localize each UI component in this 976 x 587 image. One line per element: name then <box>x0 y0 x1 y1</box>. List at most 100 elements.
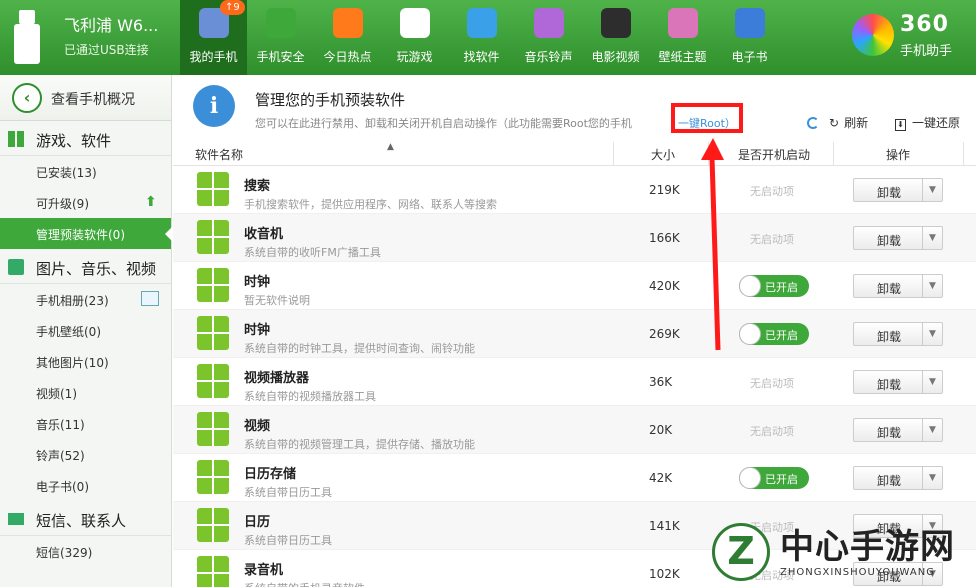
refresh-button[interactable]: ↻ 刷新 <box>807 114 868 131</box>
sidebar-item-label: 已安装(13) <box>36 166 97 180</box>
star-icon <box>333 8 363 38</box>
column-header-name[interactable]: 软件名称 <box>195 146 243 163</box>
sidebar-item[interactable]: 铃声(52) <box>0 439 171 470</box>
table-row[interactable]: 视频播放器 系统自带的视频播放器工具 36K 无启动项 卸载 ▼ <box>173 358 976 406</box>
logo: 360 手机助手 <box>852 12 972 62</box>
column-divider <box>708 142 709 166</box>
autostart-toggle[interactable]: 已开启 <box>739 323 809 345</box>
app-description: 系统自带的视频播放器工具 <box>244 390 376 403</box>
sidebar-item[interactable]: 短信(329) <box>0 536 171 567</box>
sidebar-item[interactable]: 已安装(13) <box>0 156 171 187</box>
app-icon <box>197 268 229 302</box>
sidebar-item[interactable]: 视频(1) <box>0 377 171 408</box>
toggle-knob <box>739 467 761 489</box>
sidebar-section-label: 图片、音乐、视频 <box>36 260 157 278</box>
app-description: 手机搜索软件，提供应用程序、网络、联系人等搜索 <box>244 198 497 211</box>
nav-label: 电子书 <box>731 50 768 64</box>
uninstall-button[interactable]: 卸载 ▼ <box>853 418 943 442</box>
app-size: 219K <box>649 183 680 197</box>
uninstall-button[interactable]: 卸载 ▼ <box>853 322 943 346</box>
sidebar-item[interactable]: 音乐(11) <box>0 408 171 439</box>
sidebar-item[interactable]: 电子书(0) <box>0 470 171 501</box>
uninstall-label: 卸载 <box>876 282 901 296</box>
back-label: 查看手机概况 <box>51 92 135 108</box>
nav-item-8[interactable]: 电子书 <box>716 0 783 75</box>
uninstall-button[interactable]: 卸载 ▼ <box>853 226 943 250</box>
nav-item-2[interactable]: 今日热点 <box>314 0 381 75</box>
gamepad-icon <box>400 8 430 38</box>
column-divider <box>833 142 834 166</box>
uninstall-button[interactable]: 卸载 ▼ <box>853 274 943 298</box>
autostart-toggle[interactable]: 已开启 <box>739 467 809 489</box>
sidebar-section: 短信、联系人 <box>0 501 171 536</box>
chevron-down-icon[interactable]: ▼ <box>922 467 942 489</box>
nav-item-6[interactable]: 电影视频 <box>582 0 649 75</box>
app-name: 时钟 <box>244 323 271 338</box>
autostart-status: 无启动项 <box>750 185 794 198</box>
column-header-boot[interactable]: 是否开机启动 <box>738 146 810 163</box>
nav-label: 手机安全 <box>256 50 305 64</box>
app-name: 视频播放器 <box>244 371 310 386</box>
nav-item-7[interactable]: 壁纸主题 <box>649 0 716 75</box>
chevron-down-icon[interactable]: ▼ <box>922 227 942 249</box>
nav-item-4[interactable]: 找软件 <box>448 0 515 75</box>
logo-title: 360 <box>900 12 949 37</box>
nav-item-0[interactable]: ↑9 我的手机 <box>180 0 247 75</box>
nav-label: 电影视频 <box>591 50 640 64</box>
chevron-down-icon[interactable]: ▼ <box>922 323 942 345</box>
uninstall-label: 卸载 <box>876 234 901 248</box>
column-header-action: 操作 <box>886 148 911 162</box>
sidebar-item[interactable]: 其他图片(10) <box>0 346 171 377</box>
app-description: 系统自带的时钟工具，提供时间查询、闹铃功能 <box>244 342 475 355</box>
logo-subtitle: 手机助手 <box>900 44 953 59</box>
photo-icon <box>141 291 159 306</box>
sidebar-item[interactable]: 手机壁纸(0) <box>0 315 171 346</box>
column-header-size[interactable]: 大小 <box>651 146 675 163</box>
nav-item-3[interactable]: 玩游戏 <box>381 0 448 75</box>
sidebar-item[interactable]: 可升级(9) ⬆ <box>0 187 171 218</box>
autostart-toggle[interactable]: 已开启 <box>739 275 809 297</box>
chevron-down-icon[interactable]: ▼ <box>922 179 942 201</box>
restore-button[interactable]: ⬇ 一键还原 <box>895 114 960 131</box>
uninstall-button[interactable]: 卸载 ▼ <box>853 370 943 394</box>
table-row[interactable]: 搜索 手机搜索软件，提供应用程序、网络、联系人等搜索 219K 无启动项 卸载 ▼ <box>173 166 976 214</box>
sidebar-item-label: 手机壁纸(0) <box>36 325 101 339</box>
sidebar-section: 游戏、软件 <box>0 121 171 156</box>
table-row[interactable]: 时钟 暂无软件说明 420K 已开启 卸载 ▼ <box>173 262 976 310</box>
device-name: 飞利浦 W6... <box>64 16 159 35</box>
device-panel[interactable]: 飞利浦 W6... 已通过USB连接 <box>0 0 170 75</box>
refresh-label: 刷新 <box>844 116 869 130</box>
app-name: 视频 <box>244 419 271 434</box>
sidebar-item[interactable]: 管理预装软件(0) <box>0 218 172 249</box>
uninstall-button[interactable]: 卸载 ▼ <box>853 466 943 490</box>
sidebar-item[interactable]: 手机相册(23) <box>0 284 171 315</box>
app-name: 时钟 <box>244 275 271 290</box>
mail-icon <box>8 513 24 525</box>
toggle-label: 已开启 <box>765 473 798 486</box>
nav-item-5[interactable]: 音乐铃声 <box>515 0 582 75</box>
usb-icon <box>14 10 40 64</box>
nav-item-1[interactable]: 手机安全 <box>247 0 314 75</box>
main-panel: i 管理您的手机预装软件 您可以在此进行禁用、卸载和关闭开机自启动操作（此功能需… <box>173 75 976 587</box>
back-to-overview-button[interactable]: ‹ 查看手机概况 <box>0 75 171 121</box>
toggle-label: 已开启 <box>765 281 798 294</box>
column-divider <box>613 142 614 166</box>
table-row[interactable]: 视频 系统自带的视频管理工具，提供存储、播放功能 20K 无启动项 卸载 ▼ <box>173 406 976 454</box>
sidebar-item-label: 可升级(9) <box>36 197 89 211</box>
chevron-down-icon[interactable]: ▼ <box>922 371 942 393</box>
chevron-down-icon[interactable]: ▼ <box>922 419 942 441</box>
app-name: 日历 <box>244 515 271 530</box>
app-size: 42K <box>649 471 673 485</box>
nav-label: 壁纸主题 <box>658 50 707 64</box>
music-icon <box>534 8 564 38</box>
chevron-down-icon[interactable]: ▼ <box>922 275 942 297</box>
app-size: 36K <box>649 375 673 389</box>
uninstall-button[interactable]: 卸载 ▼ <box>853 178 943 202</box>
table-row[interactable]: 日历存储 系统自带日历工具 42K 已开启 卸载 ▼ <box>173 454 976 502</box>
back-arrow-icon: ‹ <box>12 83 42 113</box>
app-icon <box>197 556 229 587</box>
table-row[interactable]: 收音机 系统自带的收听FM广播工具 166K 无启动项 卸载 ▼ <box>173 214 976 262</box>
shield-icon <box>266 8 296 38</box>
uninstall-label: 卸载 <box>876 474 901 488</box>
table-row[interactable]: 时钟 系统自带的时钟工具，提供时间查询、闹铃功能 269K 已开启 卸载 ▼ <box>173 310 976 358</box>
